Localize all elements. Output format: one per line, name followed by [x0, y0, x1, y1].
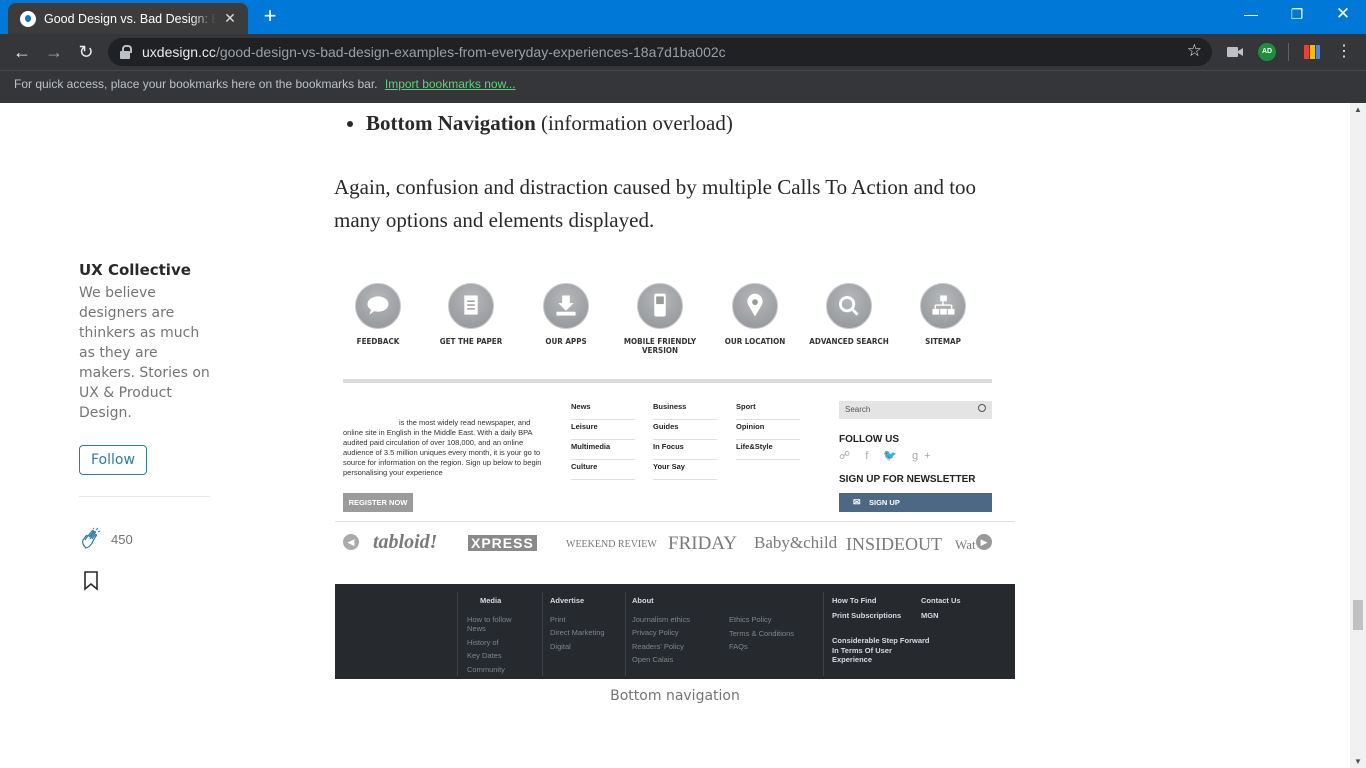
scroll-down-icon[interactable]: ▼	[1350, 757, 1366, 766]
clap-icon[interactable]	[79, 527, 103, 551]
minimize-button[interactable]: —	[1228, 0, 1274, 30]
article-figure: FEEDBACK GET THE PAPER OUR APPS MOBILE F…	[335, 264, 1015, 679]
link-column-2: Business Guides In Focus Your Say	[653, 400, 717, 480]
bookmarks-hint: For quick access, place your bookmarks h…	[14, 77, 378, 91]
brands-next-icon: ▶	[976, 534, 992, 550]
footer-col-policies: Ethics Policy Terms & Conditions FAQs	[729, 615, 795, 651]
page-scrollbar[interactable]: ▲ ▼	[1350, 103, 1366, 768]
link-column-3: Sport Opinion Life&Style	[736, 400, 800, 460]
our-location-item: OUR LOCATION	[705, 283, 805, 346]
our-apps-item: OUR APPS	[516, 283, 616, 346]
sidebar-divider	[79, 496, 210, 497]
publication-sidebar: UX Collective We believe designers are t…	[79, 261, 211, 596]
figure-separator-2	[335, 521, 1015, 522]
close-window-button[interactable]: ✕	[1320, 0, 1366, 30]
footer-col-howtofind: How To Find Print Subscriptions Consider…	[832, 596, 930, 664]
mail-icon: ✉	[853, 497, 861, 507]
follow-us-heading: FOLLOW US	[839, 434, 899, 445]
signup-button: ✉ SIGN UP	[839, 493, 992, 512]
brand-logo: XPRESS	[468, 535, 537, 551]
forward-button[interactable]: →	[40, 38, 68, 66]
register-button: REGISTER NOW	[343, 493, 413, 512]
brand-logo: INSIDEOUT	[846, 534, 942, 554]
camera-icon[interactable]	[1226, 43, 1244, 61]
figure-separator	[343, 379, 992, 383]
mobile-version-item: MOBILE FRIENDLY VERSION	[610, 283, 710, 355]
url-text[interactable]: uxdesign.cc/good-design-vs-bad-design-ex…	[142, 44, 726, 60]
clap-control[interactable]: 450	[79, 527, 211, 551]
figure-icon-row: FEEDBACK GET THE PAPER OUR APPS MOBILE F…	[335, 264, 1015, 364]
brands-prev-icon: ◀	[343, 534, 359, 550]
advanced-search-item: ADVANCED SEARCH	[799, 283, 899, 346]
list-item: Bottom Navigation (information overload)	[366, 111, 733, 136]
scrollbar-thumb[interactable]	[1353, 600, 1363, 630]
brand-logo: tabloid!	[373, 531, 438, 553]
article-bullet-list: Bottom Navigation (information overload)	[346, 111, 733, 136]
lock-icon[interactable]	[118, 44, 134, 60]
address-bar[interactable]: uxdesign.cc/good-design-vs-bad-design-ex…	[108, 38, 1212, 66]
menu-kebab-icon[interactable]: ⋮	[1336, 43, 1352, 61]
feedback-item: FEEDBACK	[335, 283, 428, 346]
restore-button[interactable]: ❐	[1274, 0, 1320, 30]
footer-col-about: About Journalism ethics Privacy Policy R…	[632, 596, 690, 664]
brand-logo: Wat	[955, 537, 976, 552]
publication-description: We believe designers are thinkers as muc…	[79, 285, 210, 421]
bookmarks-bar: For quick access, place your bookmarks h…	[0, 70, 1366, 103]
browser-tab[interactable]: Good Design vs. Bad Design: Exa ✕	[8, 3, 248, 34]
link-column-1: News Leisure Multimedia Culture	[571, 400, 635, 480]
import-bookmarks-link[interactable]: Import bookmarks now...	[385, 77, 516, 91]
footer-col-contact: Contact Us MGN	[921, 596, 961, 620]
site-favicon-icon	[20, 10, 36, 27]
tab-close-icon[interactable]: ✕	[222, 10, 238, 27]
newsletter-heading: SIGN UP FOR NEWSLETTER	[839, 474, 976, 485]
bookmark-icon[interactable]	[83, 571, 99, 591]
new-tab-button[interactable]: +	[258, 4, 282, 28]
tab-title: Good Design vs. Bad Design: Exa	[44, 11, 216, 26]
brand-logo: FRIDAY	[668, 533, 737, 554]
social-icons: ☍ f 🐦 g+	[839, 450, 937, 462]
brand-logo: Baby&child	[754, 533, 838, 552]
footer-col-advertise: Advertise Print Direct Marketing Digital	[550, 596, 605, 651]
bookmark-star-icon[interactable]: ☆	[1187, 41, 1202, 61]
toolbar-divider	[1288, 43, 1289, 61]
article-paragraph: Again, confusion and distraction caused …	[334, 175, 977, 232]
page-content: Bottom Navigation (information overload)…	[0, 103, 1350, 768]
search-icon	[978, 404, 986, 412]
profile-avatar[interactable]: AD	[1258, 43, 1276, 61]
brand-logo: WEEKEND REVIEW	[566, 539, 657, 550]
get-paper-item: GET THE PAPER	[421, 283, 521, 346]
title-bar: Good Design vs. Bad Design: Exa ✕ + — ❐ …	[0, 0, 1366, 34]
sitemap-item: SITEMAP	[893, 283, 993, 346]
back-button[interactable]: ←	[8, 38, 36, 66]
scroll-up-icon[interactable]: ▲	[1350, 105, 1366, 114]
figure-caption: Bottom navigation	[610, 688, 740, 704]
footer-col-media: Media How to follow News History of Key …	[467, 596, 512, 674]
brand-strip: ◀ tabloid! XPRESS WEEKEND REVIEW FRIDAY …	[343, 531, 992, 561]
extension-icon[interactable]	[1303, 43, 1321, 61]
publication-name[interactable]: UX Collective	[79, 261, 211, 279]
reload-button[interactable]: ↻	[72, 38, 100, 66]
browser-toolbar: ← → ↻ uxdesign.cc/good-design-vs-bad-des…	[0, 34, 1366, 70]
about-text: is the most widely read newspaper, and o…	[343, 418, 542, 477]
clap-count: 450	[111, 531, 133, 547]
figure-search-box: Search	[839, 401, 992, 419]
follow-button[interactable]: Follow	[79, 445, 147, 475]
figure-dark-footer: Media How to follow News History of Key …	[335, 584, 1015, 679]
